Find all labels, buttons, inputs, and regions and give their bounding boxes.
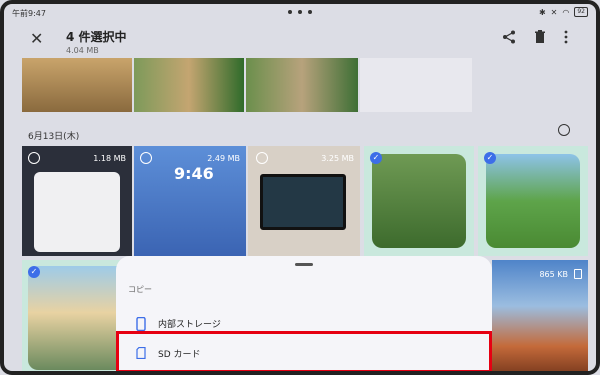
trash-icon[interactable]	[534, 30, 546, 44]
multitask-dots	[288, 10, 312, 14]
more-vert-icon[interactable]	[564, 30, 568, 44]
screenshot-thumb[interactable]	[360, 58, 472, 112]
select-circle[interactable]	[28, 152, 40, 164]
option-internal-storage[interactable]: 内部ストレージ	[116, 306, 492, 340]
photo-thumb[interactable]: 1.18 MB	[22, 146, 132, 256]
status-time: 午前9:47	[12, 9, 46, 18]
file-size: 865 KB	[539, 270, 568, 279]
date-label: 6月13日(木)	[28, 132, 80, 142]
copy-bottom-sheet: コピー 内部ストレージ SD カード	[116, 256, 492, 371]
photo-thumb[interactable]: 865 KB	[492, 260, 588, 371]
photo-thumb[interactable]: 2.49 MB 9:46	[134, 146, 246, 256]
clock-preview: 9:46	[174, 164, 214, 183]
mute-icon: ✕	[550, 7, 558, 17]
drag-handle[interactable]	[295, 263, 313, 266]
select-circle[interactable]	[140, 152, 152, 164]
date-section-header: 6月13日(木)	[28, 124, 572, 142]
check-icon[interactable]: ✓	[28, 266, 40, 278]
selection-title-block: 4 件選択中 4.04 MB	[66, 28, 127, 55]
sd-card-icon	[136, 347, 146, 359]
tablet-preview	[260, 174, 346, 230]
photo-thumb-selected[interactable]: ✓	[478, 146, 588, 256]
sheet-heading: コピー	[128, 285, 152, 294]
option-label: SD カード	[158, 350, 201, 360]
close-icon[interactable]: ✕	[30, 30, 43, 48]
battery-icon: 92	[574, 7, 588, 17]
sd-card-icon	[574, 269, 582, 279]
photo-thumb[interactable]: 3.25 MB	[248, 146, 360, 256]
option-label: 内部ストレージ	[158, 320, 221, 330]
phone-icon	[136, 317, 146, 331]
file-size: 2.49 MB	[207, 154, 240, 163]
tree-photo	[486, 154, 580, 248]
share-icon[interactable]	[502, 30, 516, 44]
ducklings-photo	[372, 154, 466, 248]
app-grid-screenshot	[34, 172, 120, 252]
check-icon[interactable]: ✓	[484, 152, 496, 164]
selection-count: 4 件選択中	[66, 30, 127, 44]
photo-thumb[interactable]	[134, 58, 244, 112]
file-size: 3.25 MB	[321, 154, 354, 163]
photo-thumb[interactable]	[22, 58, 132, 112]
river-photo	[28, 266, 128, 370]
status-icons: ✱ ✕ ◠ 92	[539, 7, 588, 17]
status-bar: 午前9:47 ✱ ✕ ◠ 92	[10, 6, 590, 20]
bluetooth-icon: ✱	[538, 7, 546, 17]
selection-toolbar: ✕ 4 件選択中 4.04 MB	[22, 22, 578, 58]
wifi-icon: ◠	[562, 7, 570, 17]
photo-thumb[interactable]	[246, 58, 358, 112]
select-circle[interactable]	[256, 152, 268, 164]
option-sd-card[interactable]: SD カード	[116, 336, 492, 370]
photo-thumb-selected[interactable]: ✓	[364, 146, 474, 256]
select-date-circle[interactable]	[558, 124, 570, 136]
file-size: 1.18 MB	[93, 154, 126, 163]
toolbar-actions	[502, 30, 568, 44]
selection-size: 4.04 MB	[66, 46, 99, 55]
check-icon[interactable]: ✓	[370, 152, 382, 164]
screen-frame: 午前9:47 ✱ ✕ ◠ 92 ✕ 4 件選択中 4.04 MB 6月13日(木…	[0, 0, 600, 375]
